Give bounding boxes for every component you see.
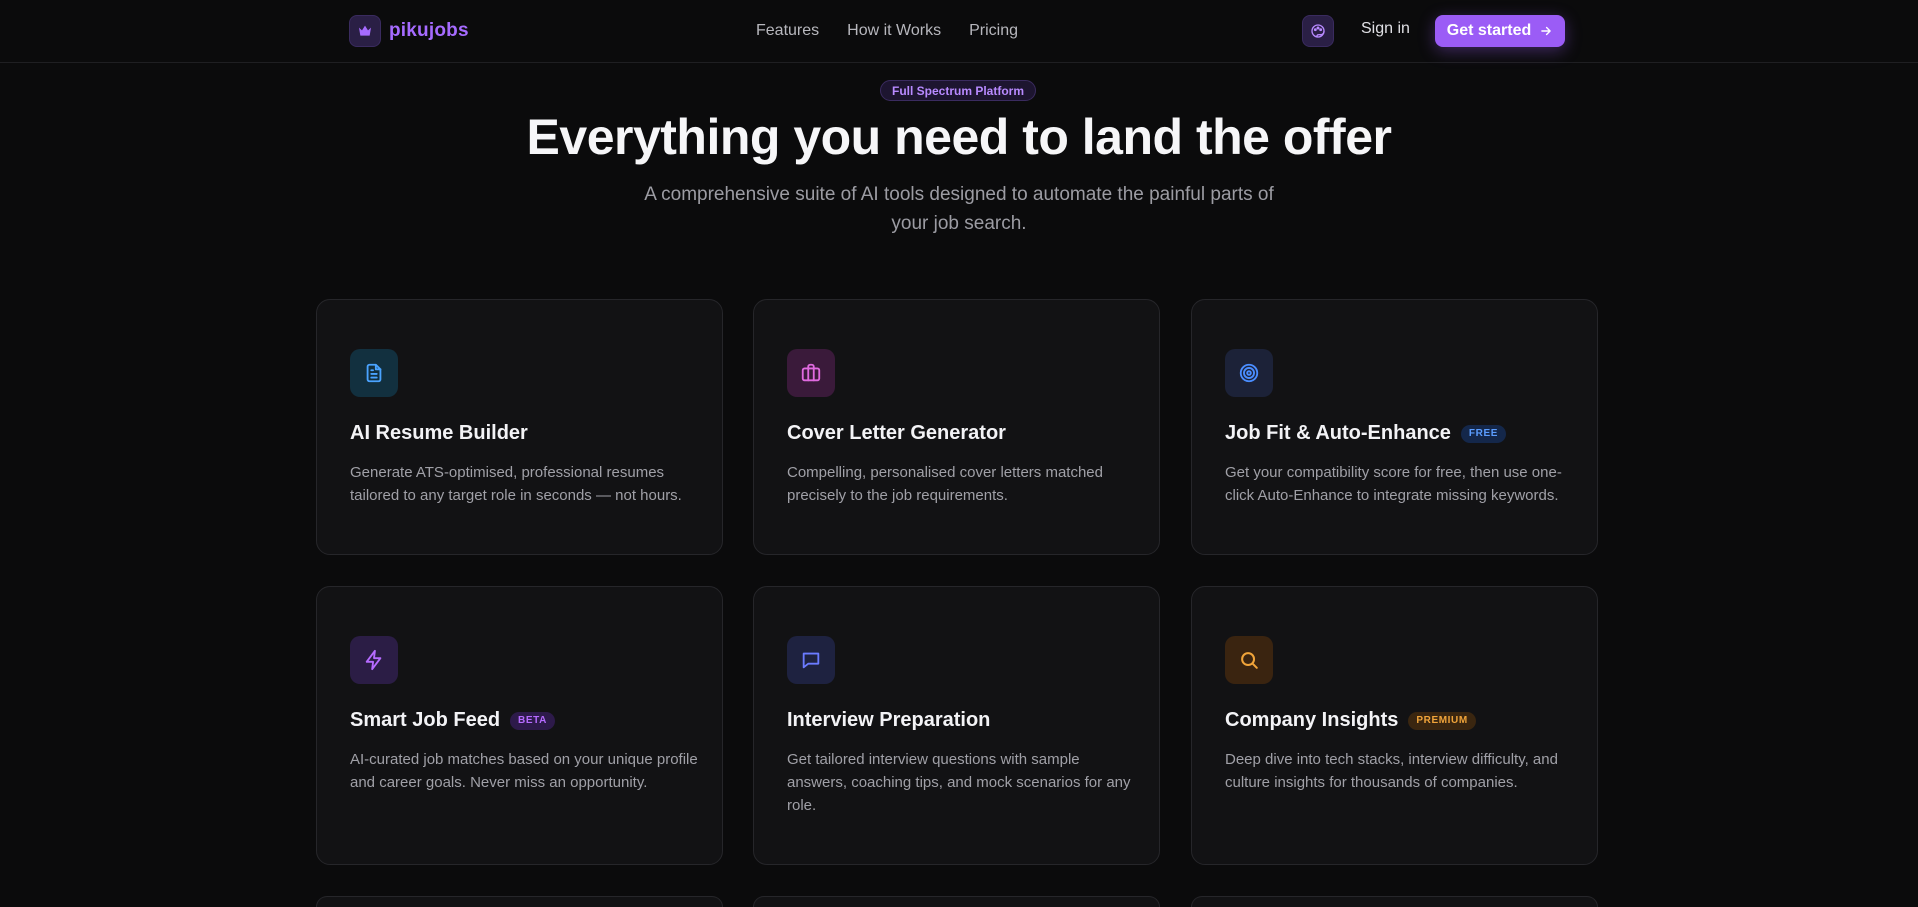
card-title-row: Cover Letter Generator: [787, 422, 1006, 445]
top-nav: pikujobs Features How it Works Pricing S…: [0, 0, 1918, 63]
card-title: Cover Letter Generator: [787, 422, 1006, 444]
feature-card-job-fit[interactable]: Job Fit & Auto-Enhance FREE Get your com…: [1191, 299, 1598, 555]
feature-card-partial: [316, 896, 723, 907]
premium-badge: PREMIUM: [1408, 711, 1476, 730]
brand-name: pikujobs: [389, 20, 469, 41]
card-title: Company Insights: [1225, 709, 1399, 731]
hero-title: Everything you need to land the offer: [526, 109, 1392, 165]
lightning-icon: [350, 636, 398, 684]
feature-card-partial: [753, 896, 1160, 907]
card-title-row: Company Insights PREMIUM: [1225, 709, 1476, 732]
chat-icon: [787, 636, 835, 684]
card-title-row: Interview Preparation: [787, 709, 990, 732]
feature-card-resume-builder[interactable]: AI Resume Builder Generate ATS-optimised…: [316, 299, 723, 555]
card-title: Smart Job Feed: [350, 709, 501, 731]
feature-card-cover-letter[interactable]: Cover Letter Generator Compelling, perso…: [753, 299, 1160, 555]
card-title-row: Job Fit & Auto-Enhance FREE: [1225, 422, 1506, 445]
card-title: Interview Preparation: [787, 709, 991, 731]
palette-icon: [1311, 24, 1325, 38]
brand-logo-link[interactable]: pikujobs: [349, 15, 469, 47]
arrow-right-icon: [1541, 26, 1552, 36]
get-started-label: Get started: [1446, 22, 1532, 39]
theme-toggle-button[interactable]: [1302, 15, 1334, 47]
nav-link-features[interactable]: Features: [756, 22, 819, 40]
card-description: Deep dive into tech stacks, interview di…: [1225, 751, 1558, 791]
card-description: Compelling, personalised cover letters m…: [787, 464, 1103, 504]
feature-card-partial: [1191, 896, 1598, 907]
hero-subtitle: A comprehensive suite of AI tools design…: [644, 184, 1274, 234]
card-title: Job Fit & Auto-Enhance: [1225, 422, 1451, 444]
nav-link-pricing[interactable]: Pricing: [969, 22, 1018, 40]
card-description: Generate ATS-optimised, professional res…: [350, 464, 682, 504]
free-badge: FREE: [1460, 424, 1506, 443]
feature-card-smart-job-feed[interactable]: Smart Job Feed BETA AI-curated job match…: [316, 586, 723, 865]
beta-badge: BETA: [510, 711, 555, 730]
nav-link-how-it-works[interactable]: How it Works: [847, 22, 941, 40]
briefcase-icon: [787, 349, 835, 397]
sign-in-link[interactable]: Sign in: [1361, 20, 1410, 38]
card-title-row: AI Resume Builder: [350, 422, 528, 445]
card-title: AI Resume Builder: [350, 422, 528, 444]
nav-links: Features How it Works Pricing: [756, 20, 1018, 42]
feature-card-interview-prep[interactable]: Interview Preparation Get tailored inter…: [753, 586, 1160, 865]
crown-icon: [349, 15, 381, 47]
feature-card-company-insights[interactable]: Company Insights PREMIUM Deep dive into …: [1191, 586, 1598, 865]
card-description: Get tailored interview questions with sa…: [787, 751, 1131, 814]
document-icon: [350, 349, 398, 397]
card-description: Get your compatibility score for free, t…: [1225, 464, 1562, 504]
card-title-row: Smart Job Feed BETA: [350, 709, 555, 732]
search-icon: [1225, 636, 1273, 684]
card-description: AI-curated job matches based on your uni…: [350, 751, 698, 791]
hero-pill-badge: Full Spectrum Platform: [880, 80, 1036, 101]
target-icon: [1225, 349, 1273, 397]
get-started-button[interactable]: Get started: [1435, 15, 1565, 47]
